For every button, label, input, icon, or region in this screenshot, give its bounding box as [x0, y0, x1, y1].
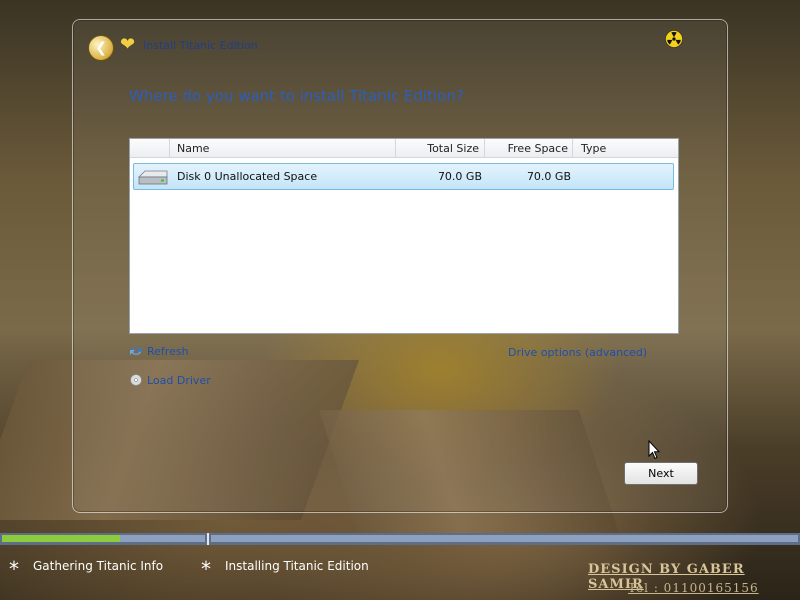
progress-step1-track: [2, 535, 205, 542]
step-gathering-info: * Gathering Titanic Info: [9, 559, 164, 579]
column-header-icon: [130, 139, 170, 158]
cursor-icon: [648, 440, 660, 460]
step-gathering-label: Gathering Titanic Info: [33, 559, 164, 573]
disk-row[interactable]: Disk 0 Unallocated Space 70.0 GB 70.0 GB: [133, 163, 674, 190]
window-title: Install Titanic Edition: [143, 39, 258, 52]
drive-options-link-label: Drive options (advanced): [508, 346, 648, 359]
radiation-icon: [665, 30, 683, 48]
drive-options-link[interactable]: Drive options (advanced): [508, 346, 647, 359]
progress-step2-track: [211, 535, 798, 542]
refresh-icon: [130, 347, 142, 355]
progress-step1-fill: [2, 535, 120, 542]
step-installing-label: Installing Titanic Edition: [225, 559, 369, 573]
disk-icon: [138, 170, 168, 185]
disk-row-name: Disk 0 Unallocated Space: [177, 170, 318, 183]
disk-row-free-space: 70.0 GB: [526, 170, 571, 183]
back-arrow-icon: ❮: [95, 40, 107, 56]
setup-window: ❮ ❤ Install Titanic Edition Where do you…: [72, 19, 728, 513]
disk-list[interactable]: Name Total Size Free Space Type Disk 0 U…: [129, 138, 679, 334]
back-button[interactable]: ❮: [88, 35, 114, 61]
column-header-name[interactable]: Name: [170, 139, 396, 158]
step-installing: * Installing Titanic Edition: [201, 559, 369, 579]
refresh-link[interactable]: Refresh: [129, 345, 189, 358]
install-location-question: Where do you want to install Titanic Edi…: [129, 87, 464, 105]
load-driver-link[interactable]: Load Driver: [129, 374, 211, 387]
heart-icon: ❤: [120, 34, 136, 55]
load-driver-link-label: Load Driver: [147, 374, 211, 387]
column-header-total-size[interactable]: Total Size: [396, 139, 485, 158]
column-header-free-space[interactable]: Free Space: [485, 139, 573, 158]
designer-phone: Tel : 01100165156: [628, 581, 759, 595]
install-progress-bar: [0, 533, 800, 545]
column-header-type[interactable]: Type: [573, 139, 678, 158]
star-icon: *: [9, 557, 19, 581]
star-icon: *: [201, 557, 211, 581]
load-driver-icon: [130, 374, 142, 386]
refresh-link-label: Refresh: [147, 345, 189, 358]
next-button[interactable]: Next: [624, 462, 698, 485]
progress-divider: [207, 533, 209, 545]
disk-row-total-size: 70.0 GB: [437, 170, 482, 183]
